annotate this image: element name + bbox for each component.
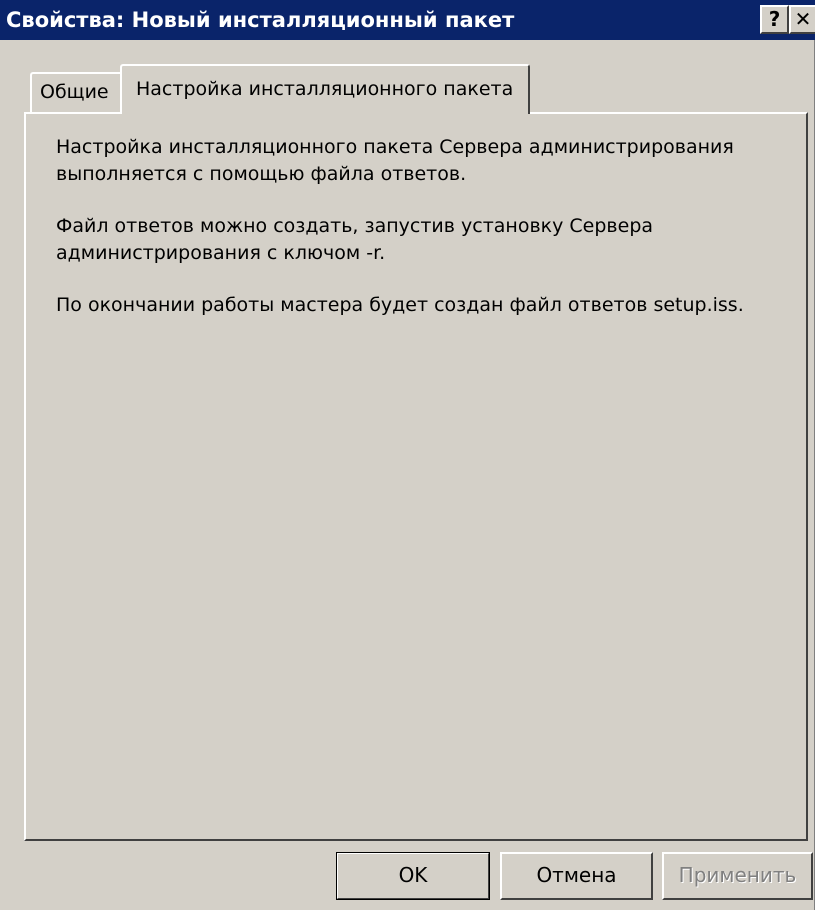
help-button[interactable]: ? (760, 5, 789, 34)
tab-panel: Настройка инсталляционного пакета Сервер… (24, 112, 808, 841)
description-paragraph-1: Настройка инсталляционного пакета Сервер… (56, 136, 734, 185)
tab-general[interactable]: Общие (30, 72, 123, 112)
cancel-button[interactable]: Отмена (500, 852, 653, 900)
tab-package-setup-label: Настройка инсталляционного пакета (136, 78, 514, 100)
window-title: Свойства: Новый инсталляционный пакет (6, 8, 515, 32)
tab-package-setup[interactable]: Настройка инсталляционного пакета (120, 64, 530, 114)
description-paragraph-2: Файл ответов можно создать, запустив уст… (56, 215, 654, 264)
title-bar[interactable]: Свойства: Новый инсталляционный пакет ? … (0, 0, 815, 40)
apply-button: Применить (662, 852, 813, 900)
properties-dialog: Свойства: Новый инсталляционный пакет ? … (0, 0, 815, 910)
close-icon: ✕ (794, 7, 812, 31)
tab-general-label: Общие (40, 81, 109, 103)
close-button[interactable]: ✕ (789, 5, 815, 34)
help-icon: ? (768, 7, 781, 31)
ok-button[interactable]: OK (336, 852, 490, 900)
panel-description: Настройка инсталляционного пакета Сервер… (56, 134, 786, 344)
tab-strip: Общие Настройка инсталляционного пакета (0, 62, 815, 114)
description-paragraph-3: По окончании работы мастера будет создан… (56, 294, 744, 316)
